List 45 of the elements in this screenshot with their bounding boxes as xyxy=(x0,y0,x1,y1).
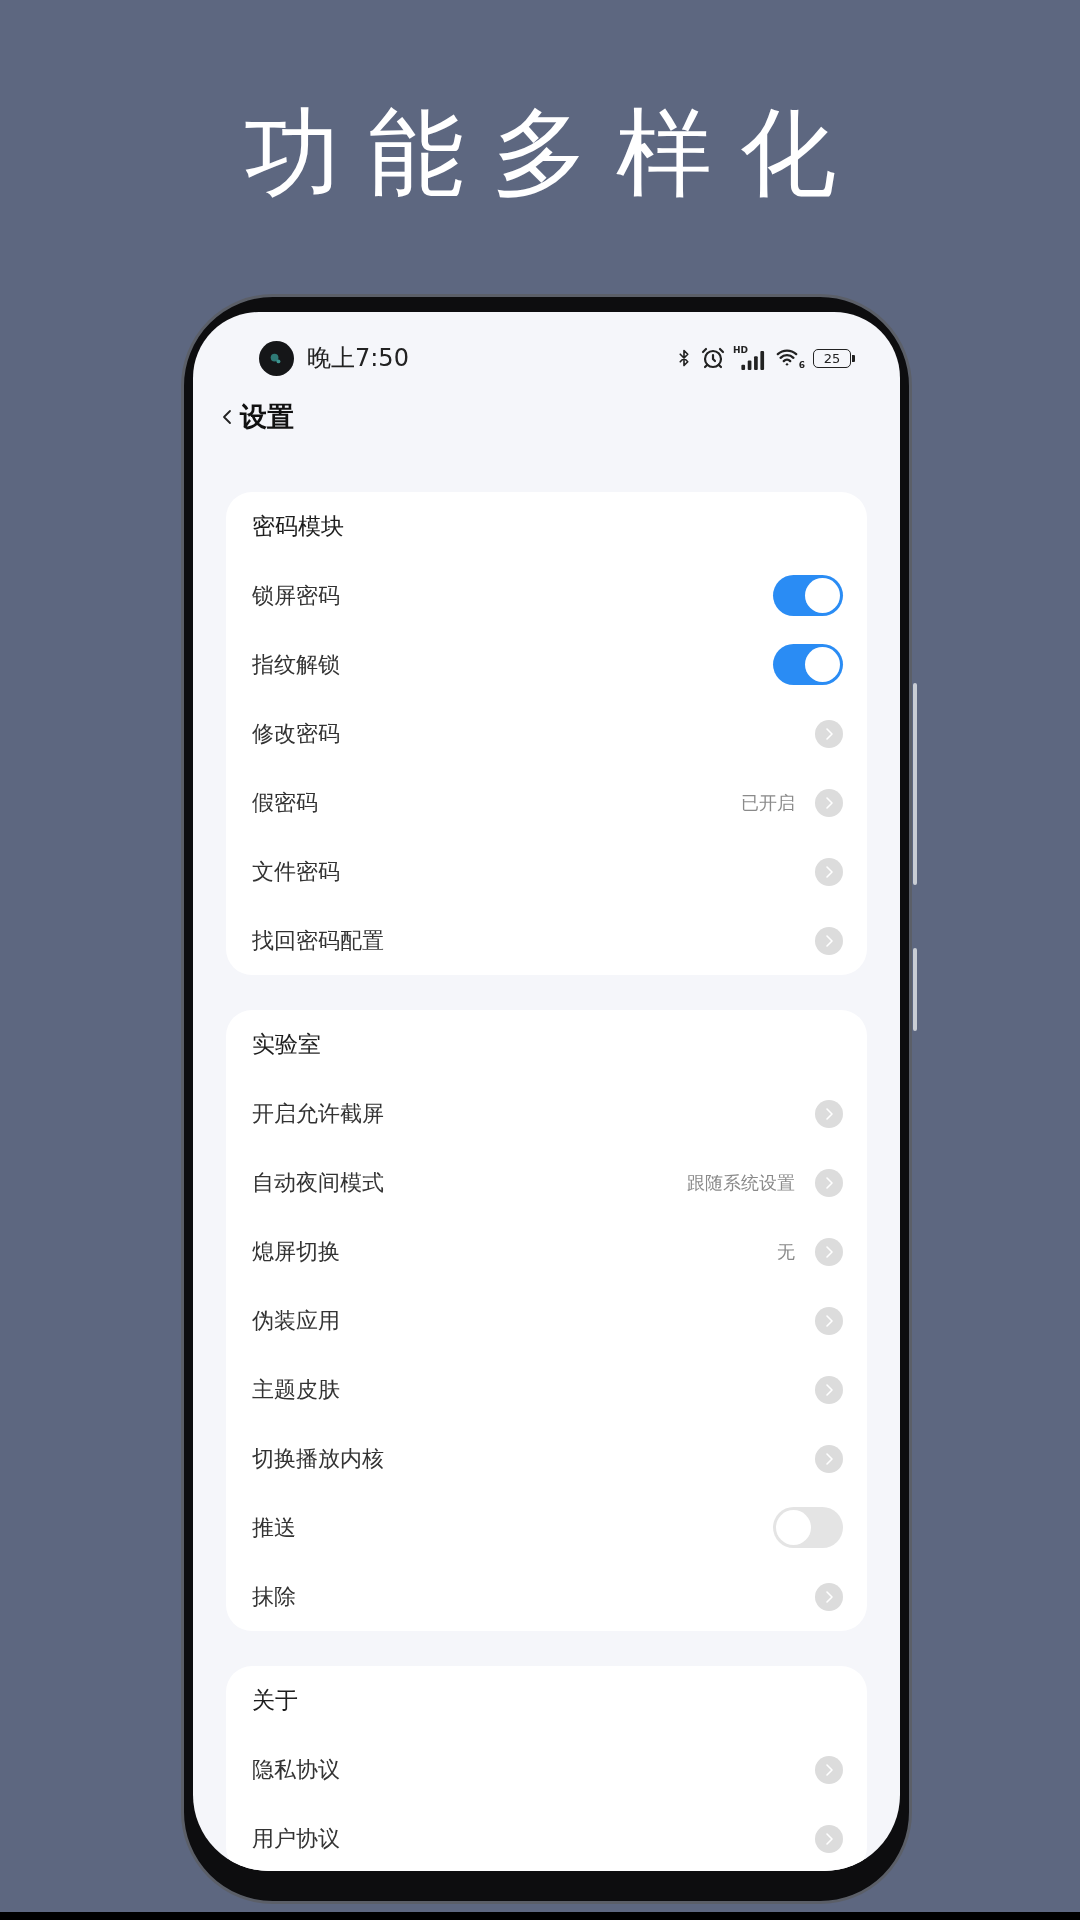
chevron-right-icon[interactable] xyxy=(815,1582,843,1611)
setting-label[interactable]: 找回密码配置 xyxy=(252,926,384,955)
toggle-switch[interactable] xyxy=(773,1507,843,1548)
setting-value: 无 xyxy=(777,1239,795,1264)
chevron-right-icon[interactable] xyxy=(815,1375,843,1404)
setting-label[interactable]: 熄屏切换 xyxy=(252,1237,340,1266)
chevron-right-icon[interactable] xyxy=(815,1168,843,1197)
setting-label[interactable]: 假密码 xyxy=(252,788,318,817)
setting-value: 跟随系统设置 xyxy=(687,1170,795,1195)
chevron-right-icon[interactable] xyxy=(815,1306,843,1335)
setting-label[interactable]: 修改密码 xyxy=(252,719,340,748)
toggle-switch[interactable] xyxy=(773,644,843,685)
section-title: 密码模块 xyxy=(252,512,344,541)
setting-value: 已开启 xyxy=(741,790,795,815)
camera-lens-icon xyxy=(259,340,294,376)
setting-label[interactable]: 伪装应用 xyxy=(252,1306,340,1335)
section-title: 关于 xyxy=(252,1686,298,1715)
setting-label[interactable]: 自动夜间模式 xyxy=(252,1168,384,1197)
chevron-right-icon[interactable] xyxy=(815,1237,843,1266)
section-title: 实验室 xyxy=(252,1030,321,1059)
page-title: 设置 xyxy=(240,400,294,434)
setting-label[interactable]: 隐私协议 xyxy=(252,1755,340,1784)
chevron-right-icon[interactable] xyxy=(815,1099,843,1128)
alarm-clock-icon xyxy=(701,346,725,370)
setting-label[interactable]: 用户协议 xyxy=(252,1824,340,1853)
setting-label[interactable]: 文件密码 xyxy=(252,857,340,886)
setting-label[interactable]: 切换播放内核 xyxy=(252,1444,384,1473)
chevron-right-icon[interactable] xyxy=(815,719,843,748)
setting-label[interactable]: 抹除 xyxy=(252,1582,296,1611)
chevron-right-icon[interactable] xyxy=(815,857,843,886)
setting-label[interactable]: 指纹解锁 xyxy=(252,650,340,679)
headline: 功能多样化 xyxy=(243,105,864,201)
chevron-right-icon[interactable] xyxy=(815,1824,843,1853)
setting-label[interactable]: 开启允许截屏 xyxy=(252,1099,384,1128)
chevron-right-icon[interactable] xyxy=(815,1444,843,1473)
setting-label[interactable]: 主题皮肤 xyxy=(252,1375,340,1404)
toggle-switch[interactable] xyxy=(773,575,843,616)
chevron-right-icon[interactable] xyxy=(815,926,843,955)
chevron-right-icon[interactable] xyxy=(815,788,843,817)
side-button[interactable] xyxy=(913,683,917,885)
setting-label[interactable]: 锁屏密码 xyxy=(252,581,340,610)
setting-label[interactable]: 推送 xyxy=(252,1513,296,1542)
side-button[interactable] xyxy=(913,948,917,1031)
status-time: 晚上7:50 xyxy=(307,343,409,373)
chevron-right-icon[interactable] xyxy=(815,1755,843,1784)
